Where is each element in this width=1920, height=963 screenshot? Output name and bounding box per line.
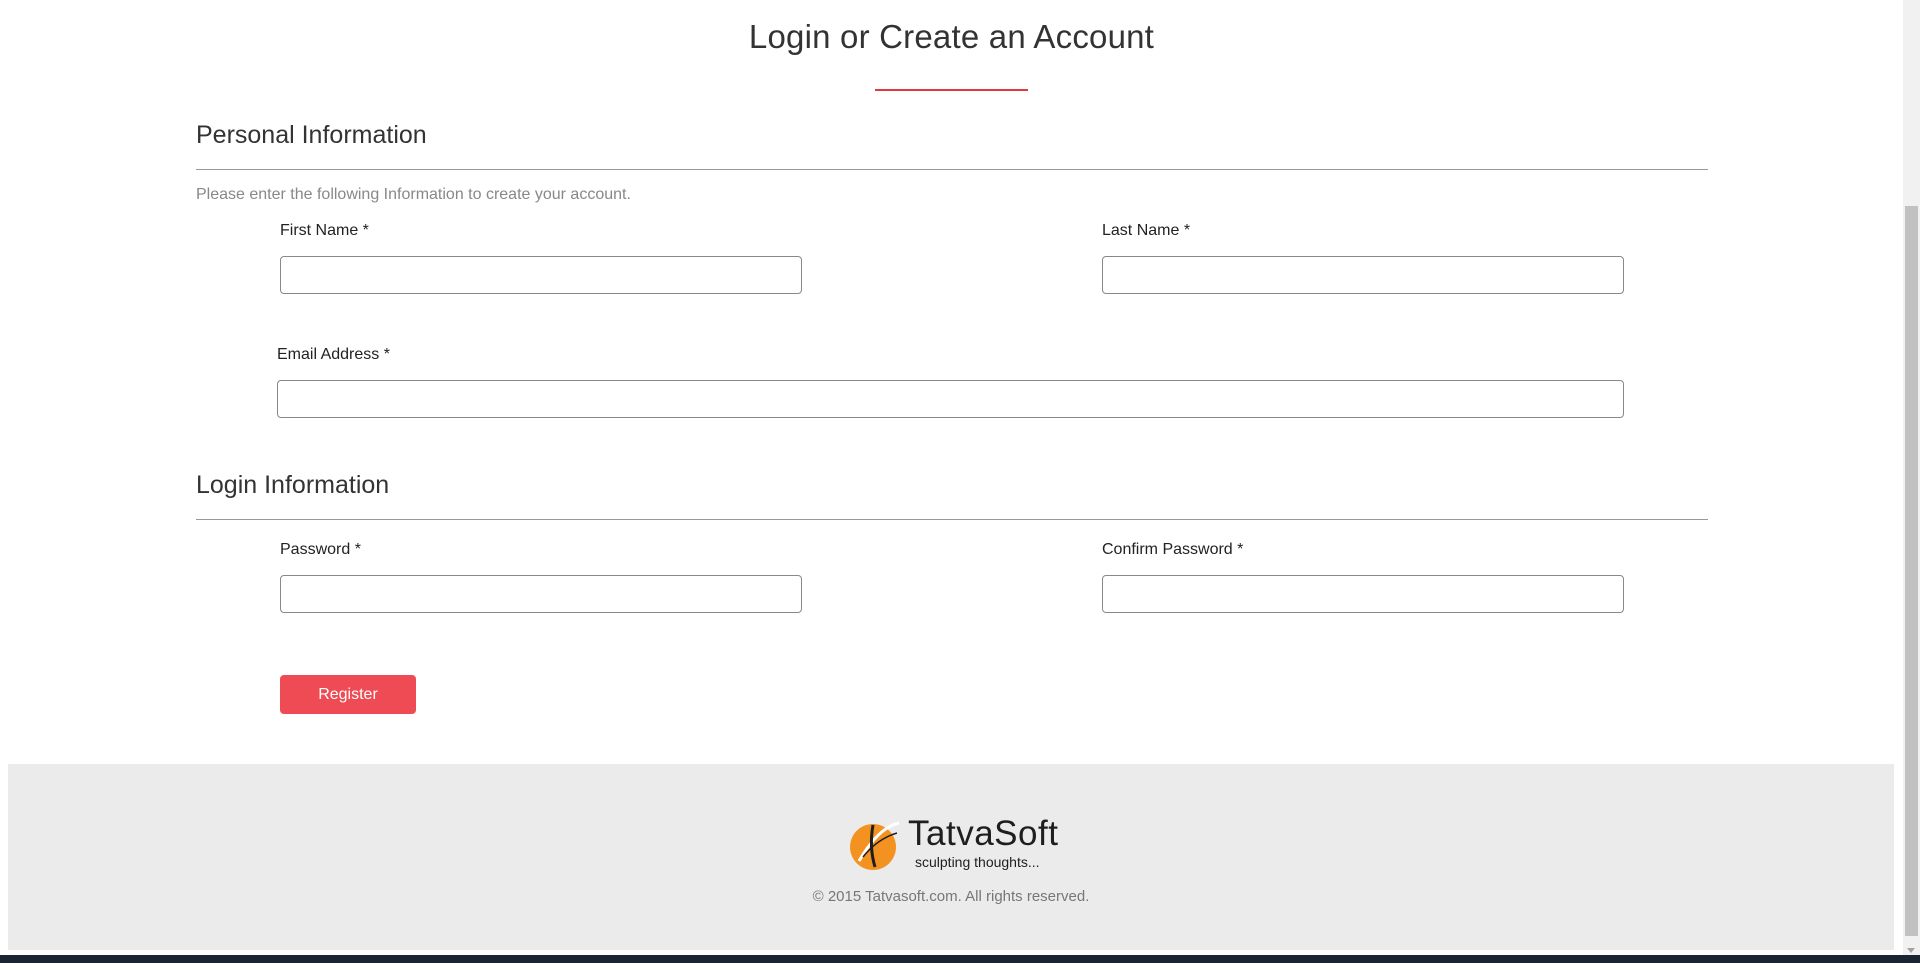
first-name-input[interactable] bbox=[280, 256, 802, 294]
personal-information-intro: Please enter the following Information t… bbox=[196, 186, 631, 203]
scroll-down-arrow-icon[interactable] bbox=[1907, 948, 1915, 953]
personal-information-heading: Personal Information bbox=[196, 121, 427, 149]
password-label: Password * bbox=[280, 541, 361, 558]
last-name-label: Last Name * bbox=[1102, 222, 1191, 239]
footer: TatvaSoft sculpting thoughts... © 2015 T… bbox=[8, 764, 1894, 950]
login-information-heading: Login Information bbox=[196, 471, 390, 499]
copyright-text: © 2015 Tatvasoft.com. All rights reserve… bbox=[812, 888, 1090, 905]
taskbar-edge bbox=[0, 955, 1920, 963]
password-input[interactable] bbox=[280, 575, 802, 613]
email-address-input[interactable] bbox=[277, 380, 1624, 418]
main-content: Login or Create an Account Personal Info… bbox=[0, 0, 1903, 764]
logo-tagline: sculpting thoughts... bbox=[915, 854, 1040, 870]
logo-name: TatvaSoft bbox=[908, 814, 1059, 853]
confirm-password-input[interactable] bbox=[1102, 575, 1624, 613]
first-name-label: First Name * bbox=[280, 222, 369, 239]
tatvasoft-logo-icon bbox=[850, 821, 900, 870]
title-underline bbox=[875, 89, 1028, 91]
page-title: Login or Create an Account bbox=[748, 18, 1155, 55]
personal-information-divider bbox=[196, 169, 1708, 170]
scrollbar-thumb[interactable] bbox=[1905, 206, 1918, 936]
tatvasoft-logo[interactable]: TatvaSoft sculpting thoughts... bbox=[840, 814, 1080, 874]
login-information-divider bbox=[196, 519, 1708, 520]
vertical-scrollbar[interactable] bbox=[1903, 0, 1920, 955]
confirm-password-label: Confirm Password * bbox=[1102, 541, 1244, 558]
email-address-label: Email Address * bbox=[277, 346, 390, 363]
page: Login or Create an Account Personal Info… bbox=[0, 0, 1920, 963]
last-name-input[interactable] bbox=[1102, 256, 1624, 294]
register-button[interactable]: Register bbox=[280, 675, 416, 714]
